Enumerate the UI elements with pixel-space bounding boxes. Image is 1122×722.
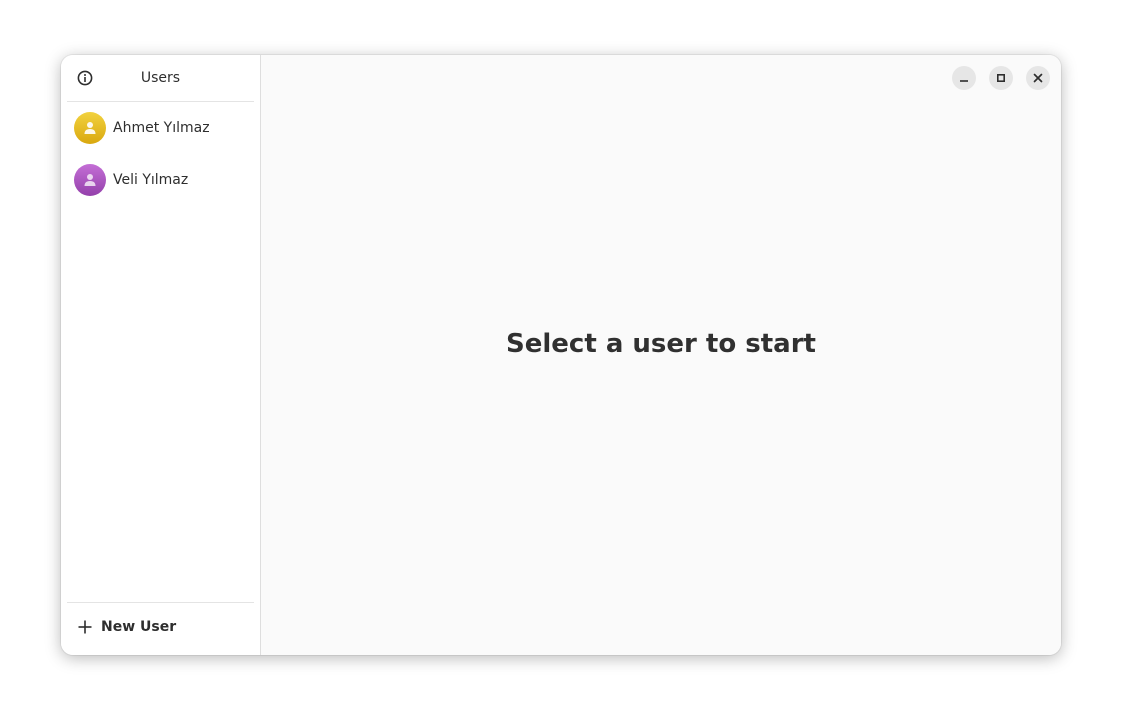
minimize-button[interactable] (952, 66, 976, 90)
user-list-item[interactable]: Veli Yılmaz (61, 154, 260, 206)
avatar (74, 112, 106, 144)
minimize-icon (960, 80, 968, 82)
window-controls (952, 66, 1050, 90)
app-window: Users Ahmet Yılmaz Veli Yılmaz New User … (61, 55, 1061, 655)
sidebar-header: Users (67, 55, 254, 102)
empty-state-message: Select a user to start (506, 329, 816, 359)
user-list: Ahmet Yılmaz Veli Yılmaz (61, 102, 260, 206)
sidebar: Users Ahmet Yılmaz Veli Yılmaz New User (61, 55, 261, 655)
user-name: Ahmet Yılmaz (113, 120, 210, 136)
info-button[interactable] (75, 68, 95, 88)
new-user-button[interactable]: New User (77, 619, 176, 635)
new-user-label: New User (101, 619, 177, 635)
maximize-icon (996, 73, 1006, 83)
avatar (74, 164, 106, 196)
sidebar-title: Users (140, 70, 181, 86)
person-icon (84, 122, 96, 134)
plus-icon (78, 620, 92, 634)
close-icon (1033, 73, 1043, 83)
maximize-button[interactable] (989, 66, 1013, 90)
user-name: Veli Yılmaz (113, 172, 189, 188)
person-icon (84, 174, 96, 186)
user-list-item[interactable]: Ahmet Yılmaz (61, 102, 260, 154)
sidebar-footer: New User (67, 602, 254, 655)
main-content: Select a user to start (261, 55, 1061, 655)
info-icon (77, 70, 93, 86)
close-button[interactable] (1026, 66, 1050, 90)
